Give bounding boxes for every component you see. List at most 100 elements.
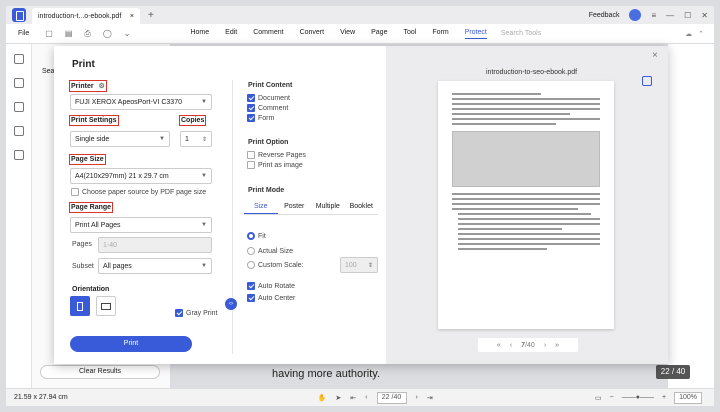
custom-scale-label: Custom Scale: [258,261,304,269]
bookmark-icon[interactable] [13,78,24,88]
tab-size[interactable]: Size [244,203,278,214]
copies-stepper[interactable]: 1 ⇕ [180,131,212,147]
reverse-pages-checkbox[interactable] [247,151,255,159]
next-page-icon[interactable]: › [416,394,418,401]
menu-edit[interactable]: Edit [225,29,237,39]
preview-last-icon[interactable]: » [555,342,559,349]
auto-center-checkbox[interactable] [247,294,255,302]
document-tab[interactable]: introduction-t...o-ebook.pdf × [32,8,140,24]
subset-select[interactable]: All pages ▼ [98,258,212,274]
first-page-icon[interactable]: ⇤ [350,394,356,402]
print-button[interactable]: Print [70,336,192,352]
more-icon[interactable]: ≡ [651,11,656,20]
document-checkbox[interactable] [247,94,255,102]
tab-multiple[interactable]: Multiple [311,203,345,214]
collapse-panel-button[interactable]: ‹› [225,298,237,310]
gray-print-option[interactable]: Gray Print [175,309,218,317]
actual-size-label: Actual Size [258,247,294,255]
menu-protect[interactable]: Protect [464,29,487,39]
last-page-icon[interactable]: ⇥ [427,394,433,402]
printer-select[interactable]: FUJI XEROX ApeosPort-VI C3370 ▼ [70,94,212,110]
actual-size-radio[interactable] [247,247,255,255]
pages-input[interactable]: 1-40 [98,237,212,253]
comment-option[interactable]: Comment [247,104,288,112]
custom-scale-input[interactable]: 100 ⇕ [340,257,378,273]
tab-booklet[interactable]: Booklet [345,203,379,214]
auto-center-option[interactable]: Auto Center [247,294,295,302]
auto-rotate-checkbox[interactable] [247,282,255,290]
fit-radio[interactable] [247,232,255,240]
save-icon[interactable]: ▢ [45,29,53,39]
open-icon[interactable]: ▤ [65,29,73,39]
minimize-icon[interactable]: — [666,11,674,20]
menu-comment[interactable]: Comment [253,29,283,39]
hand-tool-icon[interactable]: ✋ [318,394,327,402]
portrait-icon [77,301,83,311]
menu-tool[interactable]: Tool [403,29,416,39]
expand-icon[interactable]: ⌃ [698,30,704,38]
maximize-icon[interactable]: ☐ [684,11,691,20]
tab-poster[interactable]: Poster [278,203,312,214]
document-option[interactable]: Document [247,94,290,102]
clear-results-button[interactable]: Clear Results [40,365,160,379]
close-tab-icon[interactable]: × [130,13,134,20]
share-icon[interactable]: ◯ [103,29,112,39]
form-option[interactable]: Form [247,114,274,122]
gray-print-checkbox[interactable] [175,309,183,317]
zoom-out-icon[interactable]: − [610,394,614,401]
cloud-icon[interactable]: ☁ [685,30,692,38]
close-dialog-icon[interactable]: × [652,50,658,61]
menu-home[interactable]: Home [190,29,209,39]
custom-scale-option[interactable]: Custom Scale: [247,261,304,269]
new-tab-button[interactable]: + [148,10,154,21]
preview-next-icon[interactable]: › [544,342,546,349]
menu-page[interactable]: Page [371,29,387,39]
zoom-select[interactable]: 100% [674,391,702,404]
page-size-select[interactable]: A4(210x297mm) 21 x 29.7 cm ▼ [70,168,212,184]
preview-first-icon[interactable]: « [497,342,501,349]
menu-view[interactable]: View [340,29,355,39]
dropdown-icon[interactable]: ⌄ [124,29,131,39]
printer-settings-icon[interactable]: ⚙ [99,83,105,90]
page-range-select[interactable]: Print All Pages ▼ [70,217,212,233]
zoom-slider[interactable]: ——●—— [622,394,654,401]
print-settings-select[interactable]: Single side ▼ [70,131,170,147]
fit-page-icon[interactable]: ▭ [595,394,602,402]
actual-size-option[interactable]: Actual Size [247,247,293,255]
avatar[interactable] [629,9,642,21]
pages-label: Pages [72,241,92,248]
custom-scale-radio[interactable] [247,261,255,269]
search-tools-input[interactable]: Search Tools [501,30,541,37]
thumbnail-icon[interactable] [13,54,24,64]
portrait-button[interactable] [70,296,90,316]
reverse-pages-option[interactable]: Reverse Pages [247,151,306,159]
preview-prev-icon[interactable]: ‹ [510,342,512,349]
auto-rotate-option[interactable]: Auto Rotate [247,282,295,290]
print-icon[interactable]: ⎙ [84,29,90,39]
select-tool-icon[interactable]: ➤ [335,394,341,402]
comment-checkbox[interactable] [247,104,255,112]
status-bar: 21.59 x 27.94 cm ✋ ➤ ⇤ ‹ 22 /40 › ⇥ ▭ − … [6,388,714,406]
chevron-down-icon: ▼ [201,173,207,179]
file-menu[interactable]: File [18,30,29,37]
choose-paper-checkbox[interactable] [71,188,79,196]
comment-panel-icon[interactable] [13,102,24,112]
search-panel-icon[interactable] [13,150,24,160]
zoom-in-icon[interactable]: + [662,394,666,401]
fit-option[interactable]: Fit [247,232,266,240]
print-settings-value: Single side [75,135,110,143]
landscape-button[interactable] [96,296,116,316]
attachment-icon[interactable] [13,126,24,136]
menu-convert[interactable]: Convert [300,29,325,39]
print-as-image-option[interactable]: Print as image [247,161,303,169]
orientation-label: Orientation [72,286,110,293]
form-checkbox[interactable] [247,114,255,122]
feedback-link[interactable]: Feedback [589,12,620,19]
menu-form[interactable]: Form [432,29,448,39]
stepper-icon[interactable]: ⇕ [202,136,207,143]
close-window-icon[interactable]: ✕ [701,11,708,20]
page-number-input[interactable]: 22 /40 [376,391,407,404]
print-as-image-checkbox[interactable] [247,161,255,169]
prev-page-icon[interactable]: ‹ [365,394,367,401]
choose-paper-option[interactable]: Choose paper source by PDF page size [71,188,206,196]
